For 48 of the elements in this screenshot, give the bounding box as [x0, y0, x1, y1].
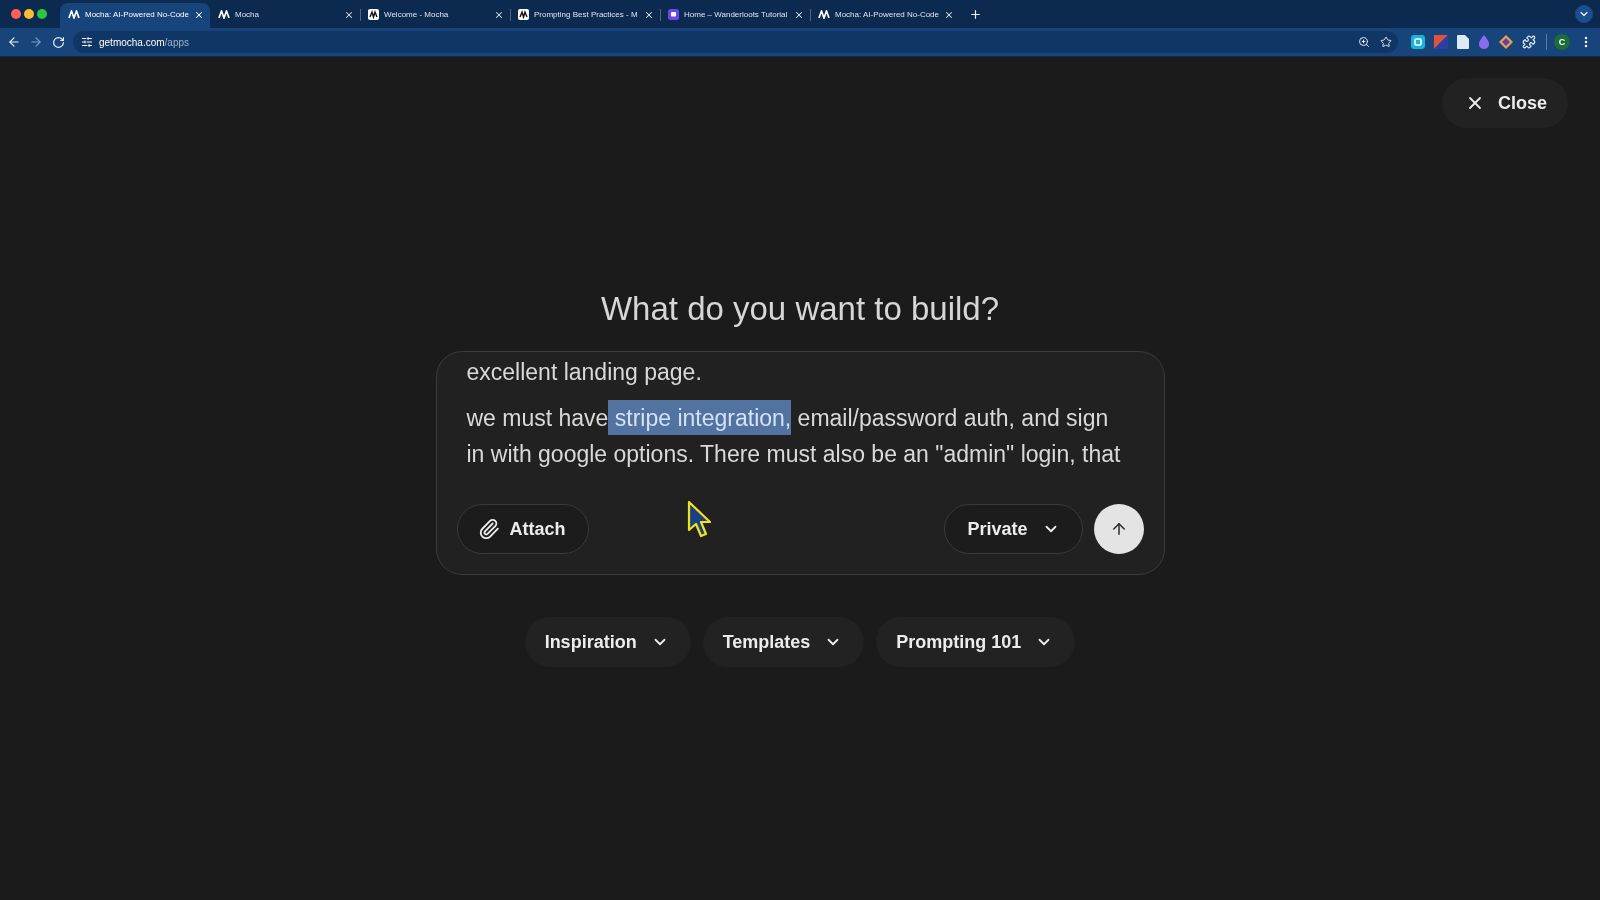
zigzag-logo-icon [818, 10, 830, 19]
drop-icon[interactable] [1478, 35, 1490, 49]
page-heading: What do you want to build? [600, 289, 1000, 329]
browser-tab[interactable]: Welcome - Mocha [360, 3, 510, 28]
star-icon[interactable] [1380, 36, 1392, 48]
browser-tab[interactable]: Mocha: AI-Powered No-Code [60, 3, 210, 28]
close-icon[interactable] [494, 9, 504, 20]
reload-icon[interactable] [52, 35, 65, 49]
attach-button[interactable]: Attach [456, 504, 589, 554]
menu-dropdown[interactable]: Templates [702, 617, 865, 667]
browser-tab[interactable]: Mocha [210, 3, 360, 28]
close-icon[interactable] [344, 9, 354, 20]
back-arrow-icon[interactable] [7, 35, 21, 49]
maximize-window-icon[interactable] [37, 9, 47, 19]
zoom-in-icon[interactable] [1358, 36, 1370, 48]
close-window-icon[interactable] [11, 9, 21, 19]
zigzag-logo-icon [68, 10, 80, 19]
close-button[interactable]: Close [1441, 78, 1568, 128]
browser-tab[interactable]: Mocha: AI-Powered No-Code [810, 3, 960, 28]
plus-icon[interactable] [969, 7, 982, 21]
diamond-icon[interactable] [1499, 35, 1513, 49]
zigzag-logo-icon [218, 10, 230, 19]
minimize-window-icon[interactable] [24, 9, 34, 19]
profile-avatar[interactable]: C [1554, 34, 1570, 50]
close-icon[interactable] [194, 9, 204, 20]
zigzag-tile-icon [368, 9, 379, 20]
browser-tab[interactable]: Home – Wanderloots Tutorial [660, 3, 810, 28]
close-icon[interactable] [944, 9, 954, 20]
menu-dropdown[interactable]: Prompting 101 [876, 617, 1076, 667]
mouse-pointer-icon [687, 500, 711, 539]
close-icon[interactable] [644, 9, 654, 20]
browser-tab[interactable]: Prompting Best Practices - M [510, 3, 660, 28]
sliders-icon[interactable] [81, 36, 93, 48]
document-icon[interactable] [1457, 35, 1469, 49]
zigzag-tile-icon [518, 9, 529, 20]
square-extension-icon[interactable] [1411, 35, 1425, 49]
tab-list-button[interactable] [1575, 5, 1593, 23]
prompt-text[interactable]: excellent landing page. [466, 353, 1128, 389]
visibility-select[interactable]: Private [944, 504, 1083, 554]
app-tile-icon [668, 9, 679, 20]
send-button[interactable] [1093, 504, 1144, 554]
puzzle-icon[interactable] [1522, 35, 1536, 49]
address-field[interactable]: getmocha.com/apps [73, 31, 1398, 53]
forward-arrow-icon[interactable] [29, 35, 43, 49]
close-icon[interactable] [794, 9, 804, 20]
prompt-text[interactable]: we must have stripe integration, email/password auth, and sign in with google options. There must also be an "admin" login, that [466, 399, 1128, 471]
paperclip-icon [477, 518, 500, 540]
menu-dropdown[interactable]: Inspiration [524, 617, 691, 667]
